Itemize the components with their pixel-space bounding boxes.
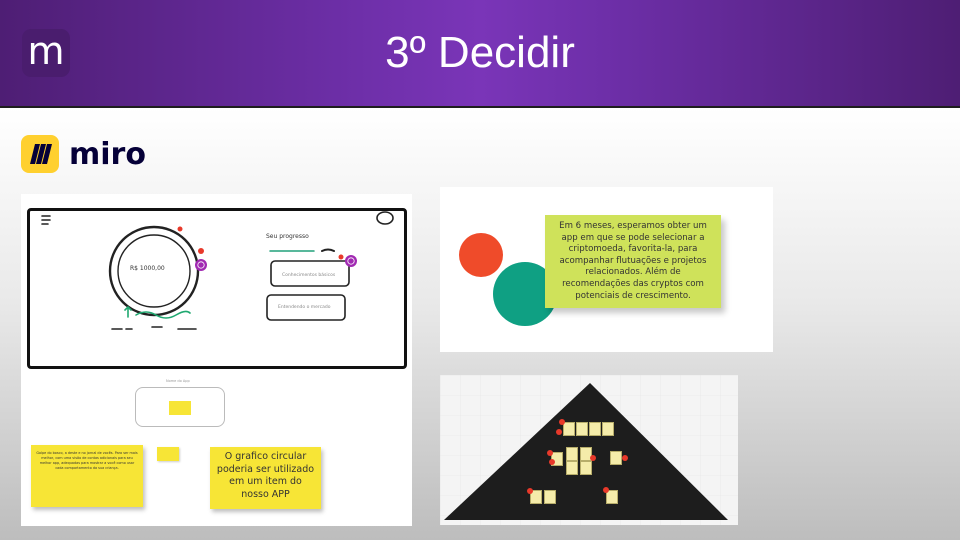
pyramid-note (576, 422, 588, 436)
vote-dot (547, 450, 553, 456)
miro-wordmark: miro (69, 136, 146, 172)
vote-dot (622, 455, 628, 461)
pyramid-note (563, 422, 575, 436)
wireframe-board: R$ 1000,00 Seu progresso Conhecimentos b… (21, 194, 412, 526)
vote-dot (556, 429, 562, 435)
mini-sticky (169, 401, 191, 415)
mini-frame-label: Nome do App (166, 379, 190, 383)
miro-logo: miro (21, 134, 146, 174)
sticky-note-small: Golpe do bosco, a deste e no jornal de v… (31, 445, 143, 507)
pyramid-note (589, 422, 601, 436)
progress-label: Seu progresso (266, 233, 309, 240)
priority-pyramid-board (440, 375, 738, 525)
vote-dot (559, 419, 565, 425)
slide-header: m 3º Decidir (0, 0, 960, 108)
card-market-label: Entendendo o mercado (278, 305, 331, 310)
goal-board: Em 6 meses, esperamos obter um app em qu… (440, 187, 773, 352)
slide-content: miro R$ 1000,00 Seu progresso Conhecimen… (0, 108, 960, 540)
pyramid-note (566, 461, 578, 475)
tiny-sticky (157, 447, 179, 461)
sticky-note-grafico: O grafico circular poderia ser utilizado… (210, 447, 321, 509)
card-basics-label: Conhecimentos básicos (282, 273, 336, 278)
goal-sticky-note: Em 6 meses, esperamos obter um app em qu… (545, 215, 721, 308)
vote-dot (590, 455, 596, 461)
wireframe-sketch (41, 211, 394, 330)
vote-dot (603, 487, 609, 493)
pyramid-note (580, 461, 592, 475)
miro-icon (21, 135, 59, 173)
balance-text: R$ 1000,00 (130, 265, 165, 272)
pyramid-note (544, 490, 556, 504)
pyramid-note (566, 447, 578, 461)
mini-frame (135, 387, 225, 427)
vote-dot (549, 459, 555, 465)
app-wireframe-screen: R$ 1000,00 Seu progresso Conhecimentos b… (27, 208, 407, 369)
pyramid-note (610, 451, 622, 465)
pyramid-note (602, 422, 614, 436)
red-circle (459, 233, 503, 277)
slide-title: 3º Decidir (385, 28, 575, 77)
vote-dot (527, 488, 533, 494)
